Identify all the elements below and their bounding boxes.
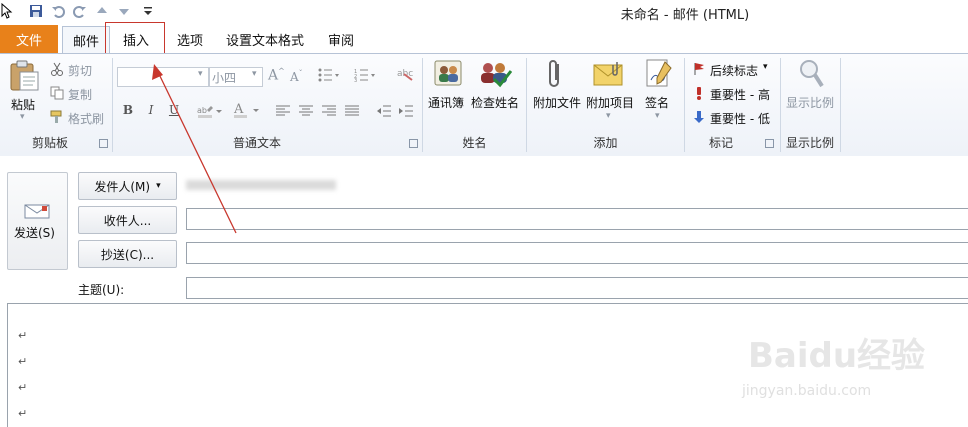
watermark-url: jingyan.baidu.com (742, 383, 872, 399)
watermark-brand: Baidu经验 (748, 336, 926, 376)
